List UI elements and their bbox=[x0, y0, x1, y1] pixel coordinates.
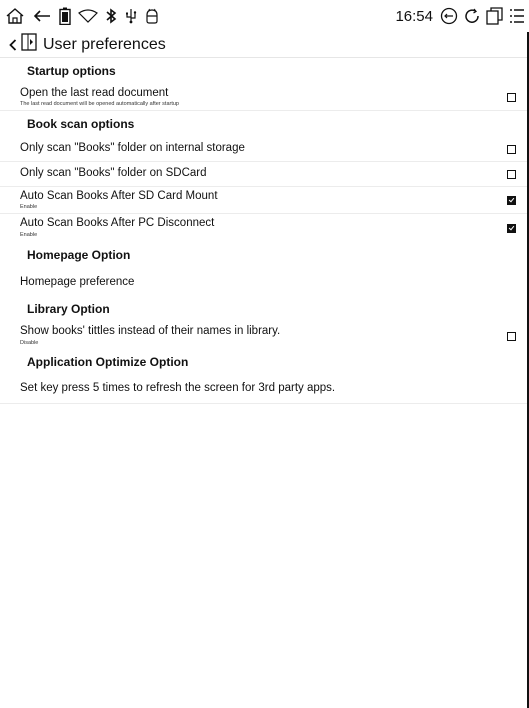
section-optimize: Application Optimize Option bbox=[27, 355, 189, 369]
page-title: User preferences bbox=[43, 35, 166, 53]
section-library: Library Option bbox=[27, 302, 110, 316]
back-chevron-icon[interactable] bbox=[6, 38, 20, 51]
android-debug-icon bbox=[145, 8, 159, 24]
row-title: Open the last read document bbox=[20, 86, 169, 99]
show-titles-row[interactable]: Show books' tittles instead of their nam… bbox=[0, 322, 529, 349]
row-title: Homepage preference bbox=[20, 275, 135, 288]
open-last-document-row[interactable]: Open the last read document The last rea… bbox=[0, 84, 529, 111]
scan-internal-books-checkbox[interactable] bbox=[507, 145, 516, 154]
scan-sdcard-books-row[interactable]: Only scan "Books" folder on SDCard bbox=[0, 162, 529, 187]
preferences-list: Startup options Open the last read docum… bbox=[0, 58, 529, 404]
multitask-icon[interactable] bbox=[486, 7, 504, 25]
menu-icon[interactable] bbox=[509, 7, 525, 25]
row-title: Show books' tittles instead of their nam… bbox=[20, 325, 281, 338]
scan-internal-books-row[interactable]: Only scan "Books" folder on internal sto… bbox=[0, 137, 529, 162]
wifi-icon bbox=[78, 9, 98, 23]
battery-icon bbox=[59, 7, 71, 25]
open-last-document-checkbox[interactable] bbox=[507, 93, 516, 102]
homepage-preference-row[interactable]: Homepage preference bbox=[0, 269, 529, 296]
row-subtitle: Disable bbox=[20, 339, 39, 346]
row-title: Only scan "Books" folder on internal sto… bbox=[20, 142, 245, 155]
sync-arrow-icon[interactable] bbox=[440, 7, 458, 25]
refresh-screen-row[interactable]: Set key press 5 times to refresh the scr… bbox=[0, 375, 529, 404]
usb-icon bbox=[124, 8, 138, 24]
refresh-icon[interactable] bbox=[463, 7, 481, 25]
book-settings-icon bbox=[21, 33, 37, 56]
auto-scan-pc-disconnect-checkbox[interactable] bbox=[507, 223, 516, 233]
back-arrow-icon[interactable] bbox=[32, 8, 52, 24]
section-book-scan: Book scan options bbox=[27, 117, 135, 131]
row-title: Only scan "Books" folder on SDCard bbox=[20, 167, 207, 180]
row-title: Set key press 5 times to refresh the scr… bbox=[20, 382, 336, 395]
row-subtitle: The last read document will be opened au… bbox=[20, 101, 179, 108]
row-title: Auto Scan Books After SD Card Mount bbox=[20, 189, 218, 202]
show-titles-checkbox[interactable] bbox=[507, 331, 516, 341]
scan-sdcard-books-checkbox[interactable] bbox=[507, 170, 516, 179]
home-icon[interactable] bbox=[5, 7, 25, 25]
row-subtitle: Enable bbox=[20, 231, 38, 238]
auto-scan-pc-disconnect-row[interactable]: Auto Scan Books After PC Disconnect Enab… bbox=[0, 214, 529, 241]
section-startup: Startup options bbox=[27, 64, 116, 78]
status-bar: 16:54 bbox=[0, 0, 529, 32]
row-title: Auto Scan Books After PC Disconnect bbox=[20, 217, 215, 230]
section-homepage: Homepage Option bbox=[27, 248, 131, 262]
auto-scan-sd-mount-checkbox[interactable] bbox=[507, 196, 516, 205]
clock: 16:54 bbox=[395, 7, 433, 25]
title-bar: User preferences bbox=[0, 32, 529, 58]
row-subtitle: Enable bbox=[20, 204, 38, 211]
auto-scan-sd-mount-row[interactable]: Auto Scan Books After SD Card Mount Enab… bbox=[0, 187, 529, 214]
bluetooth-icon bbox=[105, 8, 117, 24]
